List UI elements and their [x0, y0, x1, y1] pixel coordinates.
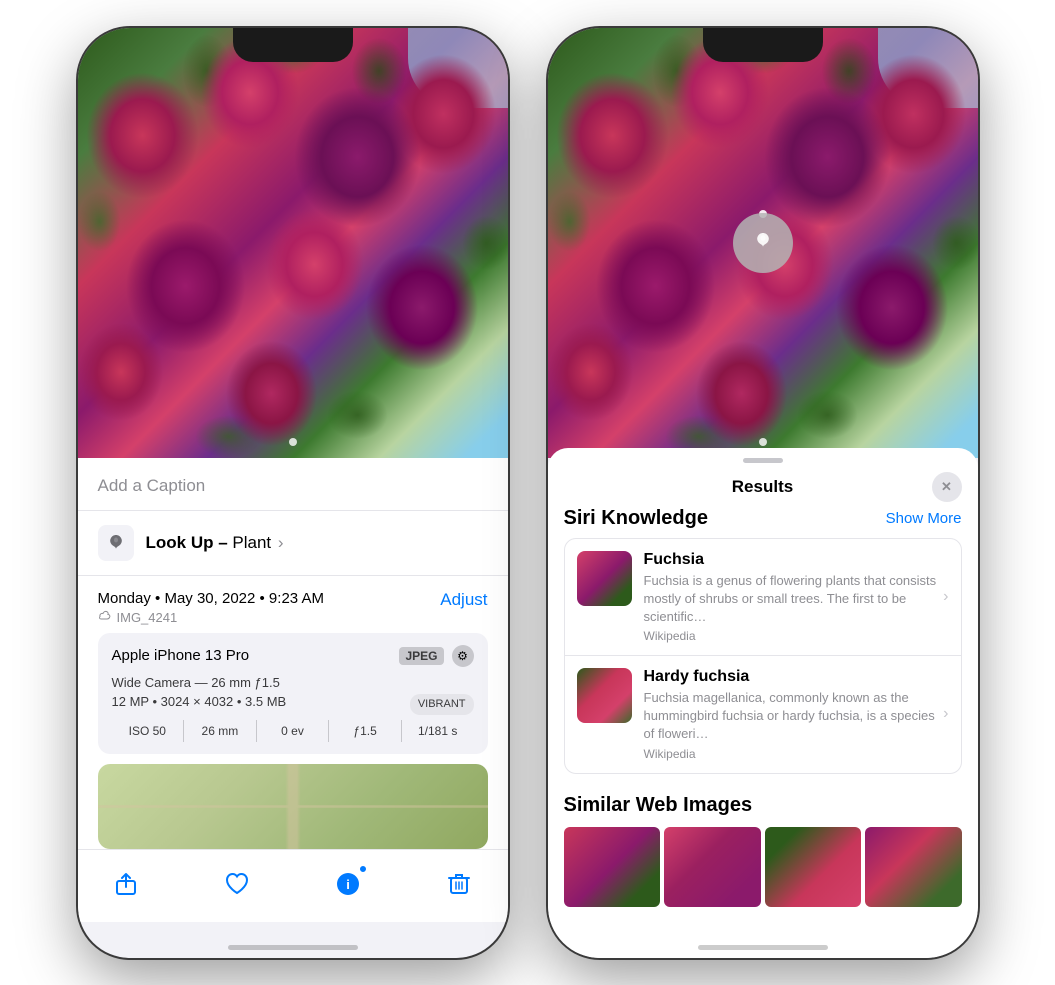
show-more-button[interactable]: Show More — [886, 510, 962, 527]
fuchsia-name: Fuchsia — [644, 551, 949, 569]
home-indicator-2 — [698, 945, 828, 950]
hardy-desc: Fuchsia magellanica, commonly known as t… — [644, 689, 949, 744]
bottom-toolbar: i — [78, 849, 508, 922]
exif-row: ISO 50 26 mm 0 ev ƒ1.5 1/181 s — [112, 720, 474, 742]
hardy-thumbnail — [577, 668, 632, 723]
photo-view[interactable] — [78, 28, 508, 458]
similar-image-1[interactable] — [564, 827, 661, 907]
siri-button[interactable] — [733, 213, 793, 273]
exif-iso: ISO 50 — [112, 720, 185, 742]
similar-image-2[interactable] — [664, 827, 761, 907]
caption-placeholder-text: Add a Caption — [98, 476, 206, 495]
knowledge-item-fuchsia[interactable]: Fuchsia Fuchsia is a genus of flowering … — [565, 539, 961, 657]
settings-icon[interactable]: ⚙ — [452, 645, 474, 667]
knowledge-item-hardy[interactable]: Hardy fuchsia Fuchsia magellanica, commo… — [565, 656, 961, 773]
lookup-label: Look Up – Plant › — [146, 533, 284, 553]
similar-title: Similar Web Images — [564, 794, 962, 817]
date-text: Monday • May 30, 2022 • 9:23 AM — [98, 590, 324, 607]
share-button[interactable] — [108, 866, 144, 902]
exif-shutter: 1/181 s — [402, 720, 474, 742]
device-info-card: Apple iPhone 13 Pro JPEG ⚙ Wide Camera —… — [98, 633, 488, 754]
similar-image-3[interactable] — [765, 827, 862, 907]
favorite-button[interactable] — [219, 866, 255, 902]
results-title: Results — [732, 477, 793, 497]
flower-overlay — [78, 28, 508, 458]
svg-text:i: i — [346, 877, 350, 892]
camera-spec-1: Wide Camera — 26 mm ƒ1.5 — [112, 673, 474, 693]
info-button[interactable]: i — [330, 866, 366, 902]
photo-dot-indicator — [289, 438, 297, 446]
chevron-right-icon: › — [943, 588, 948, 606]
phone-2: Results ✕ Siri Knowledge Show More Fuchs… — [548, 28, 978, 958]
fuchsia-thumbnail — [577, 551, 632, 606]
lookup-row[interactable]: Look Up – Plant › — [78, 511, 508, 576]
delete-button[interactable] — [441, 866, 477, 902]
similar-image-4[interactable] — [865, 827, 962, 907]
caption-field[interactable]: Add a Caption — [78, 458, 508, 511]
vibrant-badge: VIBRANT — [410, 694, 474, 715]
fuchsia-source: Wikipedia — [644, 629, 949, 643]
similar-images-row — [564, 827, 962, 907]
camera-spec-2: 12 MP • 3024 × 4032 • 3.5 MB — [112, 694, 287, 709]
hardy-name: Hardy fuchsia — [644, 668, 949, 686]
siri-knowledge-title: Siri Knowledge — [564, 507, 708, 530]
exif-focal: 26 mm — [184, 720, 257, 742]
photo-dot-2 — [759, 438, 767, 446]
chevron-right-icon-2: › — [943, 705, 948, 723]
results-header: Results ✕ — [548, 463, 978, 507]
hardy-source: Wikipedia — [644, 747, 949, 761]
exif-aperture: ƒ1.5 — [329, 720, 402, 742]
similar-web-images-section: Similar Web Images — [548, 784, 978, 907]
siri-knowledge-section: Siri Knowledge Show More Fuchsia Fuchsia… — [548, 507, 978, 784]
results-close-button[interactable]: ✕ — [932, 472, 962, 502]
phone-1: Add a Caption Look Up – Plant › Monday •… — [78, 28, 508, 958]
cloud-icon — [98, 610, 112, 624]
filename-row: IMG_4241 — [98, 610, 324, 625]
device-name: Apple iPhone 13 Pro — [112, 647, 250, 664]
photo-info-panel: Add a Caption Look Up – Plant › Monday •… — [78, 458, 508, 849]
map-grid — [98, 764, 488, 849]
exif-ev: 0 ev — [257, 720, 330, 742]
adjust-button[interactable]: Adjust — [440, 590, 487, 610]
results-panel: Results ✕ Siri Knowledge Show More Fuchs… — [548, 448, 978, 958]
home-indicator — [228, 945, 358, 950]
map-preview[interactable] — [98, 764, 488, 849]
jpeg-badge: JPEG — [399, 647, 443, 665]
phone-1-screen: Add a Caption Look Up – Plant › Monday •… — [78, 28, 508, 958]
lookup-icon — [98, 525, 134, 561]
fuchsia-desc: Fuchsia is a genus of flowering plants t… — [644, 572, 949, 627]
date-row: Monday • May 30, 2022 • 9:23 AM IMG_4241… — [78, 576, 508, 633]
phone-2-screen: Results ✕ Siri Knowledge Show More Fuchs… — [548, 28, 978, 958]
knowledge-card: Fuchsia Fuchsia is a genus of flowering … — [564, 538, 962, 774]
photo-view-2[interactable] — [548, 28, 978, 458]
